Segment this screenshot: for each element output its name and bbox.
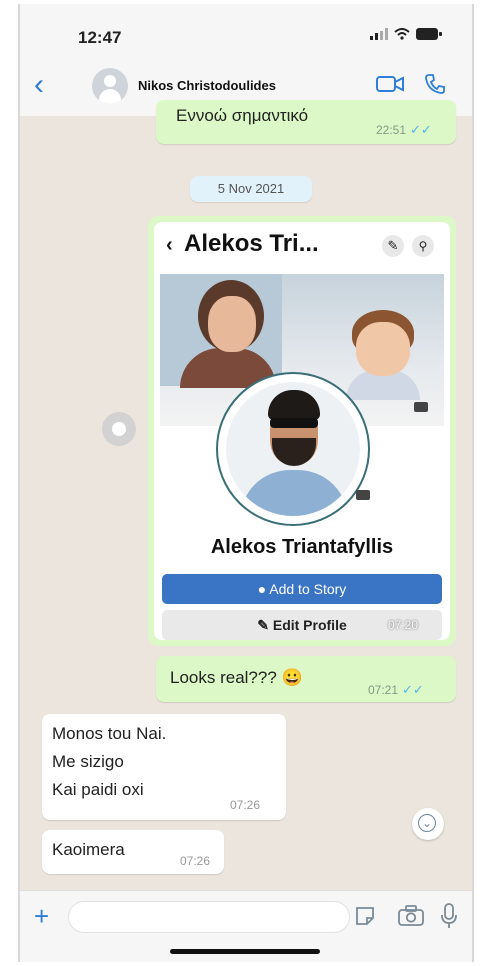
fb-title: Alekos Tri... [184, 230, 319, 257]
profile-hair [268, 390, 320, 420]
home-indicator [170, 949, 320, 954]
chevron-down-icon: ⌄ [418, 814, 436, 832]
image-message[interactable]: ‹ Alekos Tri... ✎ ⚲ Alekos Triantafyllis… [148, 216, 456, 646]
message-line: Monos tou Nai. [52, 724, 167, 743]
search-icon: ⚲ [412, 235, 434, 257]
profile-photo [226, 382, 360, 516]
pencil-icon: ✎ [382, 235, 404, 257]
sticker-icon[interactable] [354, 905, 376, 927]
contact-avatar[interactable] [92, 68, 128, 104]
signal-icon [370, 28, 388, 40]
profile-camera-icon [356, 490, 370, 500]
fb-add-story-button: ● Add to Story [162, 574, 442, 604]
status-icons [370, 28, 442, 40]
back-button[interactable]: ‹ [34, 70, 44, 100]
message-text: Looks real??? 😀 [170, 668, 303, 687]
fb-back-icon: ‹ [166, 234, 173, 256]
composer-bar: + [20, 890, 472, 962]
fb-topbar: ‹ Alekos Tri... ✎ ⚲ [154, 222, 450, 268]
fb-profile-name: Alekos Triantafyllis [210, 536, 394, 558]
contact-name[interactable]: Nikos Christodoulides [138, 78, 276, 93]
screenshot-frame: 12:47 ‹ Nikos Christodoulides Εννοώ σημα… [0, 0, 482, 966]
microphone-icon[interactable] [440, 903, 458, 929]
fb-profile-picture [216, 372, 370, 526]
profile-beard [272, 438, 316, 466]
camera-icon[interactable] [398, 905, 424, 927]
cover-camera-icon [414, 402, 428, 412]
read-ticks-icon: ✓✓ [402, 682, 424, 697]
message-text: Εννοώ σημαντικό [176, 106, 309, 125]
message-input[interactable] [68, 901, 350, 933]
profile-shirt [240, 470, 348, 516]
message-incoming[interactable]: Monos tou Nai. Me sizigo Kai paidi oxi 0… [42, 714, 286, 820]
read-ticks-icon: ✓✓ [410, 122, 432, 137]
avatar-body [99, 89, 121, 104]
message-time: 07:26 [180, 854, 211, 868]
message-time: 07:26 [230, 798, 261, 812]
wifi-icon [394, 28, 410, 40]
message-incoming[interactable]: Kaoimera 07:26 [42, 830, 224, 874]
message-outgoing[interactable]: Looks real??? 😀 07:21 ✓✓ [156, 656, 456, 702]
video-call-icon[interactable] [376, 74, 404, 94]
phone-screen: 12:47 ‹ Nikos Christodoulides Εννοώ σημα… [18, 4, 474, 962]
message-meta: 22:51 ✓✓ [376, 122, 432, 138]
status-bar: 12:47 [20, 4, 472, 60]
message-line: Me sizigo [52, 752, 124, 771]
image-time: 07:20 [388, 618, 419, 632]
voice-call-icon[interactable] [424, 73, 446, 95]
battery-icon [416, 28, 442, 40]
profile-sunglasses [270, 418, 318, 428]
avatar-head [104, 75, 116, 87]
message-text: Kaoimera [52, 840, 125, 859]
message-time: 22:51 [376, 123, 407, 137]
attach-plus-button[interactable]: + [34, 901, 49, 932]
message-time: 07:21 [368, 683, 399, 697]
message-outgoing-partial[interactable]: Εννοώ σημαντικό 22:51 ✓✓ [156, 100, 456, 144]
status-time: 12:47 [78, 28, 122, 47]
scroll-down-button[interactable]: ⌄ [412, 808, 444, 840]
chat-area[interactable]: Εννοώ σημαντικό 22:51 ✓✓ 5 Nov 2021 ‹ Ale… [20, 100, 472, 890]
date-chip: 5 Nov 2021 [190, 176, 312, 202]
cover-boy-face [356, 322, 410, 376]
forward-icon[interactable] [102, 412, 136, 446]
cover-woman-face [208, 296, 256, 352]
facebook-profile-screenshot[interactable]: ‹ Alekos Tri... ✎ ⚲ Alekos Triantafyllis… [154, 222, 450, 640]
message-meta: 07:21 ✓✓ [368, 682, 424, 698]
message-line: Kai paidi oxi [52, 780, 144, 799]
